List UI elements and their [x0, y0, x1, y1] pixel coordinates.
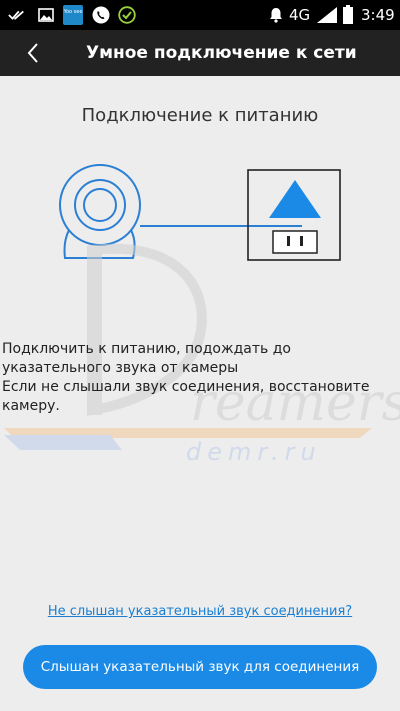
image-icon [37, 6, 55, 24]
check-circle-icon [118, 6, 136, 24]
phone-icon [92, 6, 110, 24]
sound-heard-button[interactable]: Слышан указательный звук для соединения [23, 645, 377, 689]
app-bar: Умное подключение к сети [0, 30, 400, 76]
chevron-left-icon [27, 43, 38, 63]
section-heading: Подключение к питанию [81, 105, 319, 126]
svg-text:demr.ru: demr.ru [186, 438, 322, 466]
app-icon-label: Yoo see [63, 9, 83, 15]
back-button[interactable] [18, 38, 48, 68]
app-icon: Yoo see [63, 5, 83, 25]
clock: 3:49 [361, 6, 395, 24]
page-title: Умное подключение к сети [86, 43, 357, 63]
no-sound-help-link[interactable]: Не слышан указательный звук соединения? [0, 604, 400, 619]
signal-icon [316, 6, 338, 24]
battery-icon [341, 5, 355, 24]
double-check-icon [8, 6, 26, 24]
network-type: 4G [289, 6, 311, 24]
alarm-icon [267, 6, 285, 24]
status-bar: Yoo see 4G 3:49 [0, 0, 400, 30]
instruction-text: Подключить к питанию, подождать до указа… [2, 341, 370, 414]
